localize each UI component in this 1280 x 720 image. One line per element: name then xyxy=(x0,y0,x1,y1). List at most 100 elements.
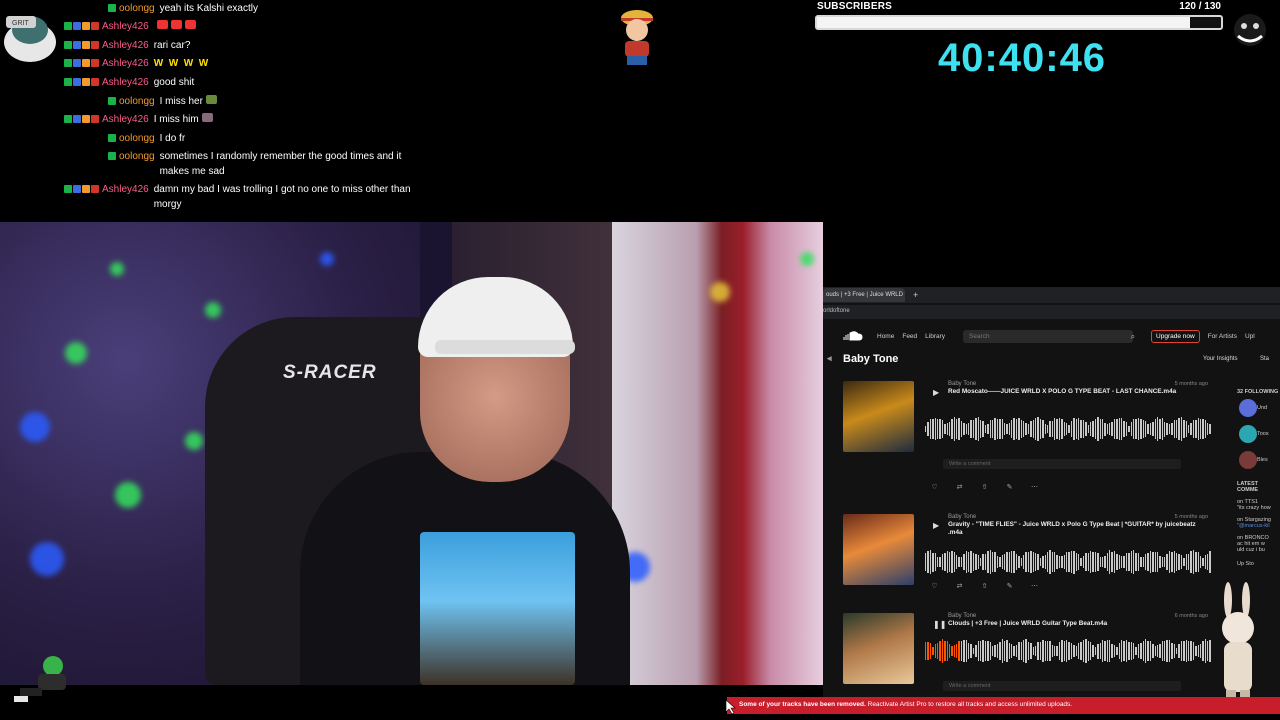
waveform-bar xyxy=(956,418,958,440)
waveform-bar xyxy=(1147,424,1149,434)
waveform-bar xyxy=(960,421,963,437)
waveform-bar xyxy=(1195,646,1197,656)
waveform-bar xyxy=(958,641,960,661)
waveform-bar xyxy=(1066,423,1068,435)
more-icon[interactable]: ⋯ xyxy=(1029,582,1040,590)
profile-sidebar: 32 FOLLOWING Und Toos Bles LATEST COMME … xyxy=(1237,389,1280,567)
waveform-bar xyxy=(1106,552,1109,572)
track-waveform[interactable] xyxy=(925,415,1211,443)
waveform-bar xyxy=(958,556,960,568)
waveform-bar xyxy=(948,552,951,572)
pause-icon[interactable]: ❚❚ xyxy=(933,620,946,629)
track-actions: ♡ ⇄ ⇧ ✎ ⋯ xyxy=(929,483,1040,491)
avatar[interactable] xyxy=(1239,399,1257,417)
waveform-bar xyxy=(987,551,989,573)
soundcloud-nav: Home Feed Library Search ⌕ Upgrade now F… xyxy=(823,327,1280,345)
waveform-bar xyxy=(1156,417,1159,441)
waveform-bar xyxy=(1168,550,1171,574)
comment-input[interactable]: Write a comment xyxy=(943,459,1181,469)
waveform-bar xyxy=(1190,641,1192,661)
waveform-bar xyxy=(1027,641,1030,661)
like-icon[interactable]: ♡ xyxy=(929,483,940,491)
waveform-bar xyxy=(1006,640,1008,662)
waveform-bar xyxy=(1149,422,1152,436)
waveform-bar xyxy=(927,422,929,436)
track-title[interactable]: Clouds | +3 Free | Juice WRLD Guitar Typ… xyxy=(948,620,1208,628)
waveform-bar xyxy=(1032,646,1034,656)
track-artist[interactable]: Baby Tone xyxy=(948,381,1208,387)
share-icon[interactable]: ⇧ xyxy=(979,483,990,491)
avatar[interactable] xyxy=(1239,451,1257,469)
waveform-bar xyxy=(944,553,946,571)
your-insights-link[interactable]: Your Insights xyxy=(1203,356,1237,362)
waveform-bar xyxy=(970,419,972,439)
snorlax-icon: GRIT xyxy=(0,8,58,66)
waveform-bar xyxy=(1144,639,1147,663)
track-artist[interactable]: Baby Tone xyxy=(948,613,1208,619)
waveform-bar xyxy=(1013,645,1015,657)
chat-overlay: GRIT oolongg yeah its Kalshi exactly Ash… xyxy=(0,0,620,222)
waveform-bar xyxy=(979,557,982,567)
waveform-bar xyxy=(1173,419,1176,439)
nav-home[interactable]: Home xyxy=(877,333,894,340)
avatar[interactable] xyxy=(1239,425,1257,443)
waveform-bar xyxy=(1178,418,1180,440)
track-artwork[interactable] xyxy=(843,514,914,585)
play-icon[interactable]: ▶ xyxy=(933,521,939,530)
comment-input[interactable]: Write a comment xyxy=(943,681,1181,691)
waveform-bar xyxy=(1046,552,1049,572)
waveform-bar xyxy=(1199,556,1202,568)
waveform-bar xyxy=(1080,642,1082,660)
repost-icon[interactable]: ⇄ xyxy=(954,483,965,491)
repost-icon[interactable]: ⇄ xyxy=(954,582,965,590)
upgrade-button[interactable]: Upgrade now xyxy=(1151,329,1200,343)
new-tab-icon[interactable]: + xyxy=(913,290,918,300)
nav-for-artists[interactable]: For Artists xyxy=(1208,333,1237,340)
waveform-bar xyxy=(975,418,977,440)
nav-upload[interactable]: Upl xyxy=(1245,333,1255,340)
waveform-bar xyxy=(932,647,934,655)
waveform-bar xyxy=(1128,425,1130,433)
waveform-bar xyxy=(1202,418,1204,440)
waveform-bar xyxy=(1020,420,1023,438)
nav-feed[interactable]: Feed xyxy=(902,333,917,340)
browser-tab[interactable]: ouds | +3 Free | Juice WRLD × xyxy=(823,288,905,302)
track-waveform[interactable] xyxy=(925,548,1211,576)
waveform-bar xyxy=(982,554,984,570)
nav-library[interactable]: Library xyxy=(925,333,945,340)
track-artist[interactable]: Baby Tone xyxy=(948,514,1208,520)
share-icon[interactable]: ⇧ xyxy=(979,582,990,590)
track-artwork[interactable] xyxy=(843,381,914,452)
address-bar[interactable]: orldoftone xyxy=(823,305,1280,319)
soundcloud-logo-icon[interactable] xyxy=(843,331,863,341)
waveform-bar xyxy=(1025,422,1027,436)
waveform-bar xyxy=(1049,550,1051,574)
track-title[interactable]: Red Moscato——JUICE WRLD X POLO G TYPE BE… xyxy=(948,388,1208,396)
play-icon[interactable]: ▶ xyxy=(933,388,939,397)
search-icon[interactable]: ⌕ xyxy=(1131,332,1135,342)
waveform-bar xyxy=(956,555,958,569)
track-artwork[interactable] xyxy=(843,613,914,684)
like-icon[interactable]: ♡ xyxy=(929,582,940,590)
chat-username: Ashley426 xyxy=(102,21,149,32)
following-header[interactable]: 32 FOLLOWING xyxy=(1237,389,1280,395)
chat-text: rari car? xyxy=(153,40,191,51)
waveform-bar xyxy=(939,419,941,439)
waveform-bar xyxy=(1132,550,1135,574)
stream-layout: GRIT oolongg yeah its Kalshi exactly Ash… xyxy=(0,0,1280,720)
search-input[interactable]: Search ⌕ xyxy=(963,329,1135,343)
waveform-bar xyxy=(953,417,956,441)
edit-icon[interactable]: ✎ xyxy=(1004,483,1015,491)
edit-icon[interactable]: ✎ xyxy=(1004,582,1015,590)
waveform-bar xyxy=(1171,551,1173,573)
back-icon[interactable]: ◂ xyxy=(827,353,832,364)
chat-username: oolongg xyxy=(119,3,155,14)
waveform-bar xyxy=(1046,424,1049,434)
stats-link[interactable]: Sta xyxy=(1260,356,1269,362)
more-icon[interactable]: ⋯ xyxy=(1029,483,1040,491)
track-waveform[interactable] xyxy=(925,637,1211,665)
track-title[interactable]: Gravity - "TIME FLIES" - Juice WRLD x Po… xyxy=(948,521,1208,537)
waveform-bar xyxy=(982,639,984,663)
waveform-bar xyxy=(1075,646,1077,656)
waveform-bar xyxy=(1152,552,1154,572)
